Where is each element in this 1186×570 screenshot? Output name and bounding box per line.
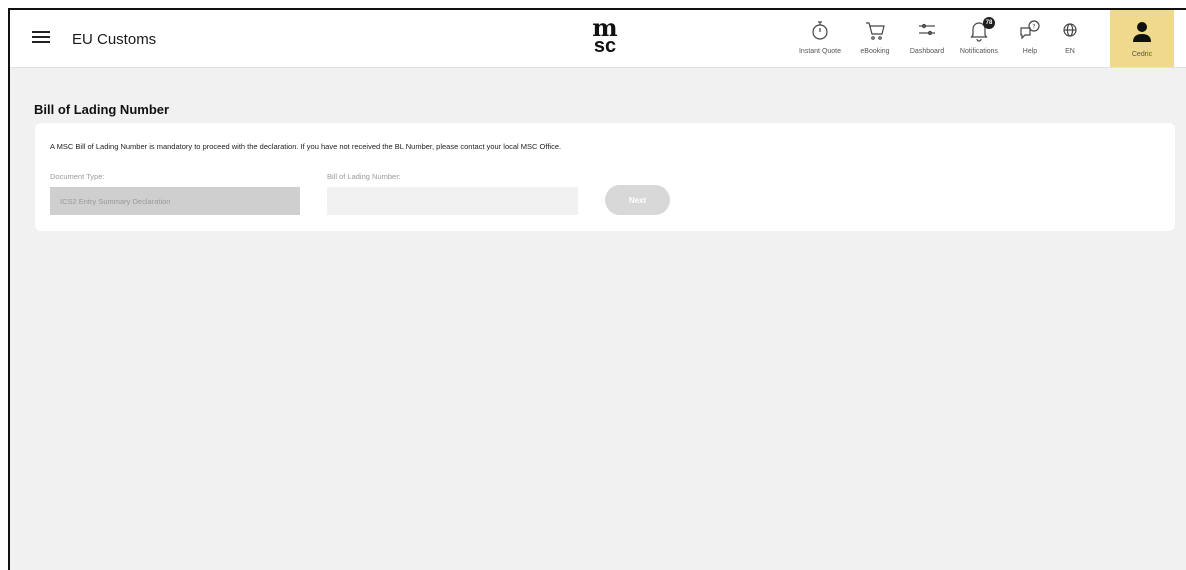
cart-icon xyxy=(866,22,885,40)
nav-instant-quote[interactable]: Instant Quote xyxy=(796,14,844,55)
nav-label-ebooking: eBooking xyxy=(860,48,890,55)
help-chat-icon: ? xyxy=(1020,20,1040,40)
app-window: EU Customs m sc Instant Quote eBooking D… xyxy=(8,8,1186,570)
notification-count-badge: 78 xyxy=(983,17,995,29)
hamburger-menu-icon[interactable] xyxy=(32,31,50,45)
nav-label-instant-quote: Instant Quote xyxy=(798,48,842,55)
bl-number-label: Bill of Lading Number: xyxy=(327,172,401,181)
next-button[interactable]: Next xyxy=(605,185,670,215)
logo-line-2: sc xyxy=(593,35,617,57)
document-type-field: ICS2 Entry Summary Declaration xyxy=(50,187,300,215)
sliders-icon xyxy=(919,23,935,36)
page-title: Bill of Lading Number xyxy=(34,102,170,117)
msc-logo[interactable]: m sc xyxy=(585,16,625,57)
top-navigation-bar: EU Customs m sc Instant Quote eBooking D… xyxy=(10,10,1186,68)
document-type-label: Document Type: xyxy=(50,172,105,181)
nav-notifications[interactable]: 78 Notifications xyxy=(954,14,1004,55)
nav-label-notifications: Notifications xyxy=(959,48,999,55)
user-name-label: Cedric xyxy=(1131,51,1153,58)
nav-ebooking[interactable]: eBooking xyxy=(855,14,895,55)
nav-label-help: Help xyxy=(1022,48,1038,55)
user-icon xyxy=(1133,22,1151,42)
declaration-form-card: A MSC Bill of Lading Number is mandatory… xyxy=(35,123,1175,231)
nav-dashboard[interactable]: Dashboard xyxy=(905,14,949,55)
nav-label-dashboard: Dashboard xyxy=(909,48,945,55)
svg-text:?: ? xyxy=(1032,24,1035,31)
stopwatch-icon xyxy=(812,21,828,40)
nav-label-language: EN xyxy=(1065,48,1075,55)
app-title: EU Customs xyxy=(72,31,157,48)
mandatory-notice-text: A MSC Bill of Lading Number is mandatory… xyxy=(50,142,562,151)
bl-number-input[interactable] xyxy=(327,187,578,215)
user-account-button[interactable]: Cedric xyxy=(1110,10,1174,67)
nav-language[interactable]: EN xyxy=(1058,14,1082,55)
nav-help[interactable]: ? Help xyxy=(1015,14,1045,55)
globe-icon xyxy=(1063,23,1077,37)
